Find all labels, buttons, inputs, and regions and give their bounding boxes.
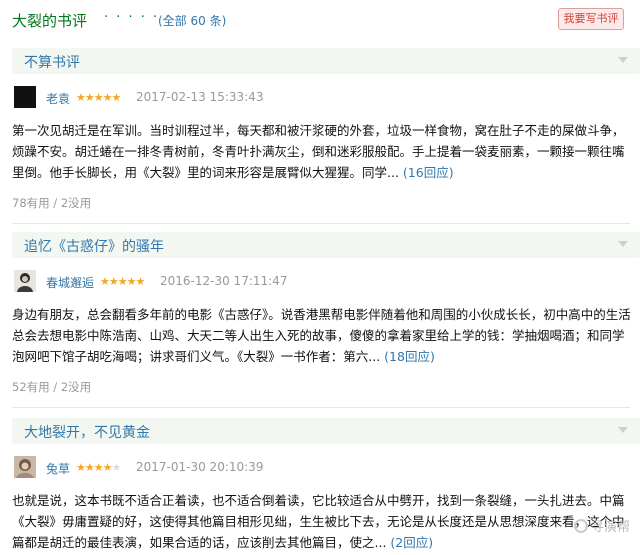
- review-author[interactable]: 春城邂逅: [46, 274, 94, 291]
- review-excerpt: 身边有朋友，总会翻看多年前的电影《古惑仔》。说香港黑帮电影伴随着他和周围的小伙成…: [12, 304, 632, 367]
- star-filled-icon: ★: [76, 91, 86, 104]
- star-filled-icon: ★: [84, 91, 95, 104]
- avatar[interactable]: [14, 270, 36, 292]
- review-title[interactable]: 不算书评: [24, 52, 80, 72]
- star-filled-icon: ★: [84, 461, 95, 474]
- rating-stars: ★★★★★: [76, 461, 122, 474]
- star-filled-icon: ★: [76, 461, 86, 474]
- review-item: 不算书评 老袁 ★★★★★ 2017-02-13 15:33:43 第一次见胡迁…: [12, 48, 640, 224]
- review-title-bar: 大地裂开，不见黄金: [12, 418, 640, 444]
- collapse-caret-icon[interactable]: [618, 57, 628, 63]
- review-excerpt: 第一次见胡迁是在军训。当时训程过半，每天都和被汗浆硬的外套，垃圾一样食物，窝在肚…: [12, 120, 632, 183]
- review-excerpt: 也就是说，这本书既不适合正着读，也不适合倒着读，它比较适合从中劈开，找到一条裂缝…: [12, 490, 632, 553]
- replies-link[interactable]: (2回应): [390, 535, 433, 550]
- star-empty-icon: ★: [111, 461, 122, 474]
- star-filled-icon: ★: [117, 275, 128, 288]
- reviews-header: 大裂的书评 · · · · · · (全部 60 条) 我要写书评: [12, 8, 632, 32]
- divider: [12, 407, 630, 408]
- review-title[interactable]: 追忆《古惑仔》的骚年: [24, 236, 164, 256]
- review-meta: 春城邂逅 ★★★★★ 2016-12-30 17:11:47: [12, 270, 640, 292]
- star-filled-icon: ★: [102, 461, 113, 474]
- review-time: 2017-02-13 15:33:43: [136, 90, 264, 104]
- review-item: 追忆《古惑仔》的骚年 春城邂逅 ★★★★★ 2016-12-30 17:11:4…: [12, 232, 640, 408]
- review-body-text: 身边有朋友，总会翻看多年前的电影《古惑仔》。说香港黑帮电影伴随着他和周围的小伙成…: [12, 307, 631, 364]
- review-title-bar: 不算书评: [12, 48, 640, 74]
- review-body-text: 也就是说，这本书既不适合正着读，也不适合倒着读，它比较适合从中劈开，找到一条裂缝…: [12, 493, 625, 550]
- star-filled-icon: ★: [93, 91, 104, 104]
- review-time: 2017-01-30 20:10:39: [136, 460, 264, 474]
- rating-stars: ★★★★★: [76, 91, 122, 104]
- avatar[interactable]: [14, 86, 36, 108]
- all-reviews-link[interactable]: (全部 60 条): [158, 12, 226, 29]
- collapse-caret-icon[interactable]: [618, 241, 628, 247]
- review-item: 大地裂开，不见黄金 兔草 ★★★★★ 2017-01-30 20:10:39 也…: [12, 418, 640, 553]
- star-filled-icon: ★: [108, 275, 119, 288]
- review-title-bar: 追忆《古惑仔》的骚年: [12, 232, 640, 258]
- divider: [12, 223, 630, 224]
- section-title: 大裂的书评: [12, 12, 88, 30]
- review-meta: 兔草 ★★★★★ 2017-01-30 20:10:39: [12, 456, 640, 478]
- replies-link[interactable]: (18回应): [384, 349, 435, 364]
- replies-link[interactable]: (16回应): [403, 165, 454, 180]
- vote-counts: 52有用 / 2没用: [12, 380, 92, 394]
- watermark: 寻演帮: [573, 516, 630, 535]
- star-filled-icon: ★: [135, 275, 146, 288]
- star-filled-icon: ★: [111, 91, 122, 104]
- write-review-button[interactable]: 我要写书评: [558, 8, 624, 30]
- star-filled-icon: ★: [100, 275, 110, 288]
- review-title[interactable]: 大地裂开，不见黄金: [24, 422, 150, 442]
- watermark-logo-icon: [573, 519, 588, 533]
- review-author[interactable]: 兔草: [46, 460, 70, 477]
- review-time: 2016-12-30 17:11:47: [160, 274, 288, 288]
- vote-counts: 78有用 / 2没用: [12, 196, 92, 210]
- collapse-caret-icon[interactable]: [618, 427, 628, 433]
- star-filled-icon: ★: [126, 275, 137, 288]
- review-author[interactable]: 老袁: [46, 90, 70, 107]
- star-filled-icon: ★: [93, 461, 104, 474]
- rating-stars: ★★★★★: [100, 275, 146, 288]
- review-meta: 老袁 ★★★★★ 2017-02-13 15:33:43: [12, 86, 640, 108]
- avatar[interactable]: [14, 456, 36, 478]
- star-filled-icon: ★: [102, 91, 113, 104]
- watermark-text: 寻演帮: [590, 520, 630, 535]
- review-body-text: 第一次见胡迁是在军训。当时训程过半，每天都和被汗浆硬的外套，垃圾一样食物，窝在肚…: [12, 123, 625, 180]
